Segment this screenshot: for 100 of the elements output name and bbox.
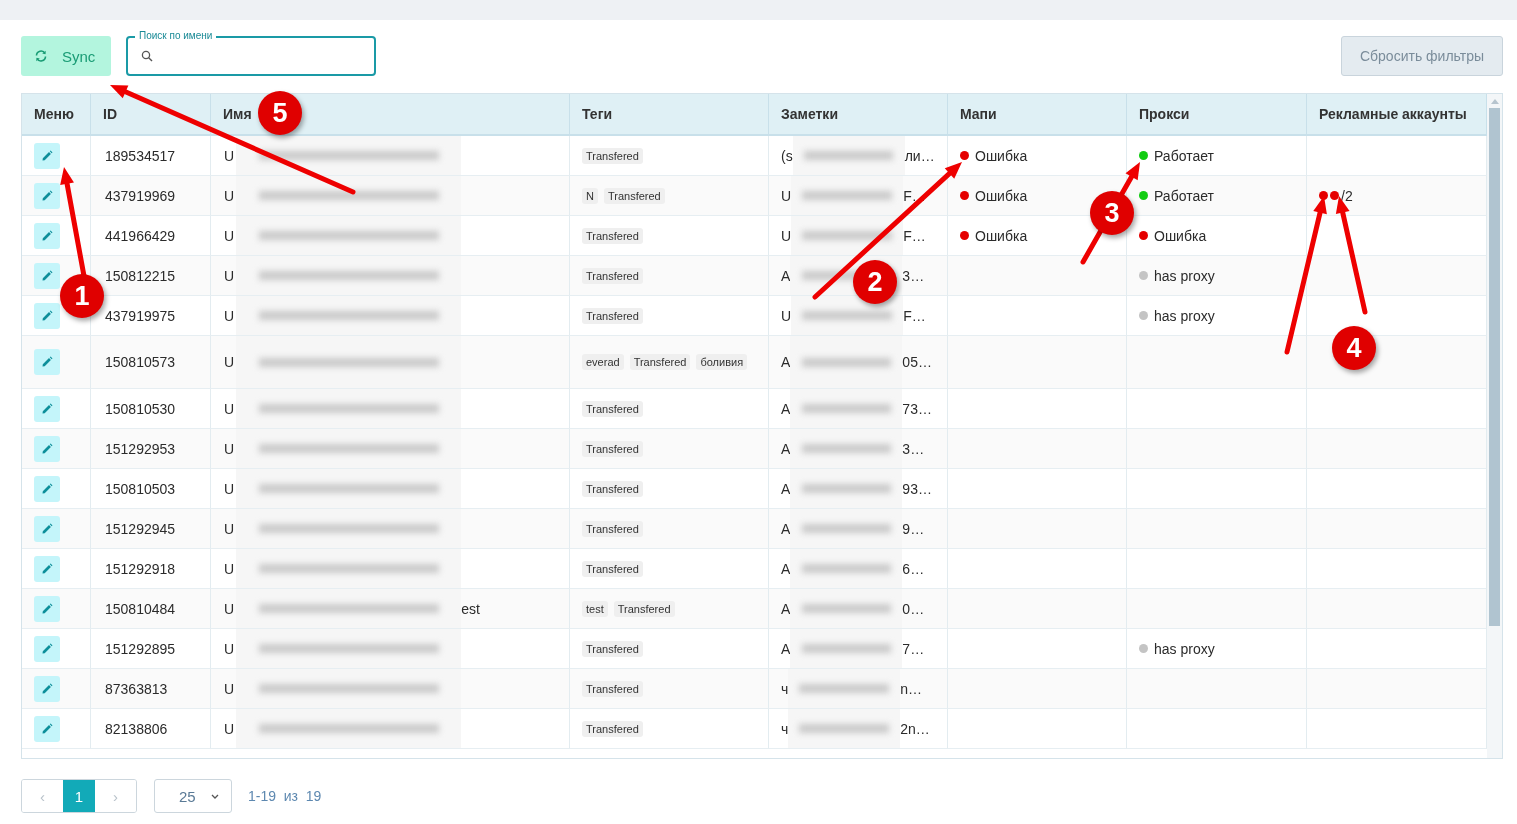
name-text: U [224,147,235,164]
note-text: 3… [902,440,925,457]
note-text: A [781,267,791,284]
note-text: 73… [902,400,932,417]
edit-button[interactable] [34,595,60,622]
tag: боливия [696,354,748,370]
note-text: 9… [902,520,925,537]
tag: N [582,187,598,204]
edit-button[interactable] [34,349,60,375]
field-label: Поиск по имени [135,30,217,42]
edit-button[interactable] [34,635,60,662]
tag: test [582,600,608,617]
name-text: U [224,354,235,370]
pencil-icon [41,309,53,322]
note-text: A [781,480,791,497]
pencil-icon [41,682,53,695]
page-size-select[interactable]: 25 [154,779,232,813]
pencil-icon [41,722,53,735]
note-text: n… [900,680,923,697]
edit-button[interactable] [34,222,60,249]
id-text: 189534517 [105,147,176,164]
tag: Transfered [582,440,643,457]
edit-button[interactable] [34,515,60,542]
tag: everad [582,354,624,370]
pencil-icon [41,356,53,368]
note-text: F… [903,227,926,244]
status-text: has proxy [1154,267,1215,284]
edit-button[interactable] [34,262,60,289]
name-text: U [224,560,235,577]
status-text: Ошибка [975,227,1028,244]
status-text: has proxy [1154,307,1215,324]
name-text: U [224,480,235,497]
name-text: U [224,640,235,657]
name-text: U [224,720,235,737]
name-text: U [224,400,235,417]
chevron-down-icon [211,793,219,799]
note-text: (s [781,147,793,164]
status-text: Работает [1154,147,1214,164]
edit-button[interactable] [34,142,60,169]
edit-button[interactable] [34,555,60,582]
name-text: U [224,440,235,457]
pencil-icon [41,269,53,282]
edit-button[interactable] [34,395,60,422]
edit-button[interactable] [34,435,60,462]
note-text: 7… [902,640,925,657]
name-text: U [224,227,235,244]
note-text: 93… [902,480,932,497]
ads-count: /2 [1341,187,1353,204]
id-text: 441966429 [105,227,176,244]
reset-filters-button[interactable]: Сбросить фильтры [1341,36,1503,76]
tag: Transfered [582,307,643,324]
note-text: U [781,307,792,324]
sync-button[interactable]: Sync [21,36,111,76]
id-text: 151292895 [105,640,176,657]
note-text: A [781,640,791,657]
note-text: F… [903,307,926,324]
note-text: A [781,400,791,417]
edit-button[interactable] [34,475,60,502]
note-text: A [781,560,791,577]
edit-button[interactable] [34,715,60,742]
note-text: U [781,187,792,204]
id-text: 151292918 [105,560,176,577]
tag: Transfered [582,267,643,284]
note-text: A [781,520,791,537]
note-text: 05… [902,354,932,370]
tag: Transfered [582,640,643,657]
tag: Transfered [582,147,643,164]
pencil-icon [41,189,53,202]
pencil-icon [41,482,53,495]
id-text: 151292953 [105,440,176,457]
id-text: 151292945 [105,520,176,537]
tag: Transfered [582,480,643,497]
pencil-icon [41,602,53,615]
page-summary: 1-19 из 19 [248,788,322,804]
id-text: 150810530 [105,400,176,417]
note-text: 6… [902,560,925,577]
name-text: U [224,307,235,324]
note-text: U [781,227,792,244]
pencil-icon [41,642,53,655]
name-text: U [224,267,235,284]
tag: Transfered [613,600,675,617]
edit-button[interactable] [34,675,60,702]
page-button[interactable]: 1 [63,780,95,812]
id-text: 150810484 [105,600,176,617]
refresh-icon [34,49,48,63]
tag: Transfered [582,227,643,244]
note-text: 3… [902,267,925,284]
pencil-icon [41,522,53,535]
note-text: F… [903,187,926,204]
id-text: 437919969 [105,187,176,204]
note-text: ч [781,680,789,697]
scrollbar[interactable] [1487,94,1502,758]
edit-button[interactable] [34,302,60,329]
name-text: U [224,187,235,204]
tag: Transfered [629,354,691,370]
name-text: U [224,600,235,617]
id-text: 150810573 [105,354,176,370]
id-text: 82138806 [105,720,168,737]
note-text: 2n… [900,720,930,737]
edit-button[interactable] [34,182,60,209]
